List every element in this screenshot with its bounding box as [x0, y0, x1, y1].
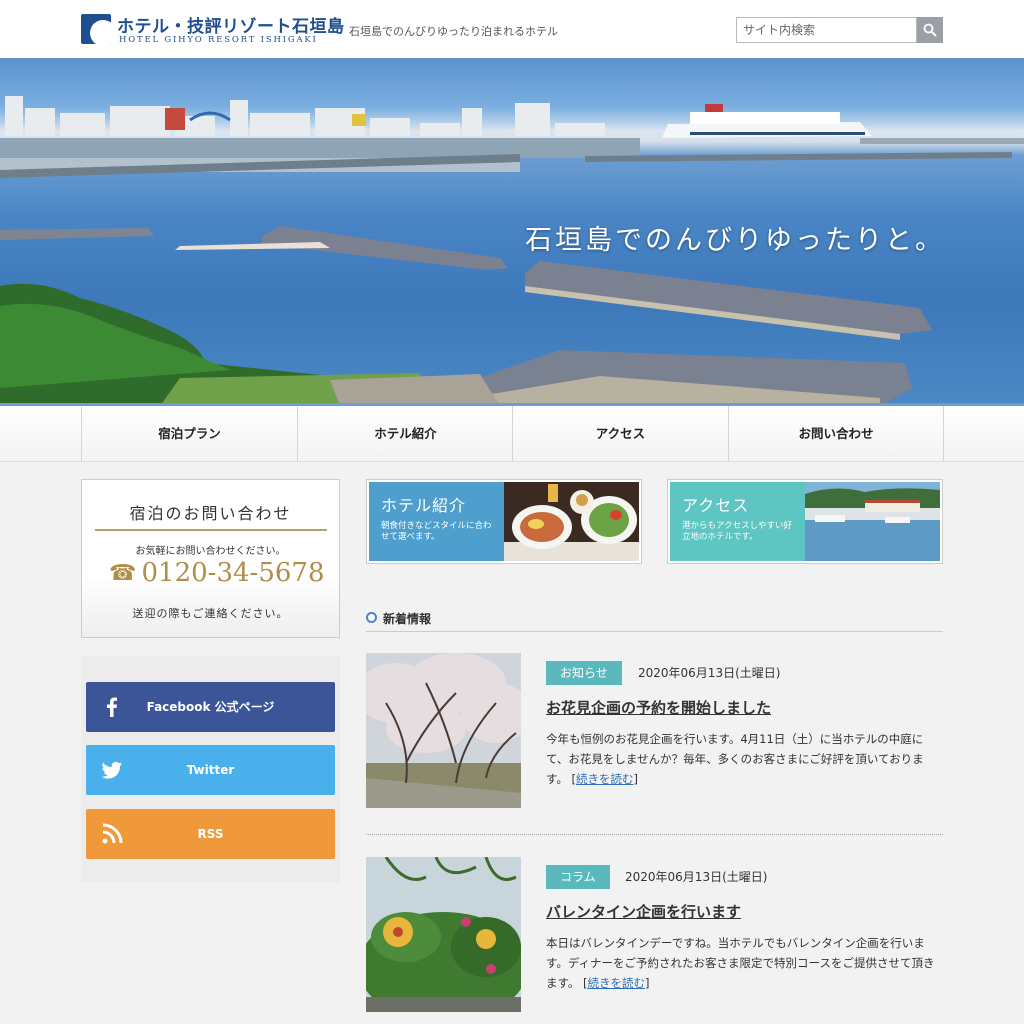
- nav-item-plans[interactable]: 宿泊プラン: [81, 406, 297, 462]
- news-heading-title: 新着情報: [383, 612, 432, 626]
- contact-box[interactable]: 宿泊のお問い合わせ お気軽にお問い合わせください。 ☎ 0120-34-5678…: [81, 479, 340, 638]
- nav-item-hotel[interactable]: ホテル紹介: [297, 406, 513, 462]
- post-title-link[interactable]: バレンタイン企画を行います: [546, 901, 741, 922]
- nav-item-access[interactable]: アクセス: [512, 406, 728, 462]
- tropical-flower-photo[interactable]: [366, 857, 521, 1012]
- logo-title: ホテル・技評リゾート石垣島: [117, 17, 345, 37]
- main-nav: 宿泊プラン ホテル紹介 アクセス お問い合わせ: [0, 406, 1024, 462]
- category-badge[interactable]: コラム: [546, 865, 610, 889]
- banner-hotel-text: ホテル紹介 朝食付きなどスタイルに合わせて選べます。: [369, 482, 504, 561]
- nav-item-contact[interactable]: お問い合わせ: [728, 406, 944, 462]
- rss-button[interactable]: RSS: [86, 809, 335, 859]
- phone-icon: ☎: [109, 560, 137, 586]
- search-button[interactable]: [917, 17, 943, 43]
- site-logo[interactable]: ホテル・技評リゾート石垣島 HOTEL GIHYO RESORT ISHIGAK…: [81, 14, 344, 46]
- facebook-button[interactable]: Facebook 公式ページ: [86, 682, 335, 732]
- post-divider: [366, 834, 943, 835]
- contact-divider: [95, 529, 327, 531]
- circle-bullet-icon: [366, 612, 377, 623]
- twitter-label: Twitter: [186, 763, 235, 777]
- banner-hotel-title: ホテル紹介: [381, 496, 467, 515]
- contact-note-pickup: 送迎の際もご連絡ください。: [132, 607, 289, 620]
- post-title-link[interactable]: お花見企画の予約を開始しました: [546, 697, 771, 718]
- banner-access-text: アクセス 港からもアクセスしやすい好立地のホテルです。: [670, 482, 805, 561]
- logo-mark-icon: [81, 14, 111, 44]
- rss-label: RSS: [197, 827, 224, 841]
- read-more-link[interactable]: 続きを読む: [588, 976, 646, 990]
- contact-title: 宿泊のお問い合わせ: [129, 504, 292, 523]
- breakfast-photo: [504, 482, 639, 561]
- banner-access-sub: 港からもアクセスしやすい好立地のホテルです。: [682, 521, 792, 542]
- site-tagline: 石垣島でのんびりゆったり泊まれるホテル: [349, 25, 558, 38]
- contact-phone: ☎ 0120-34-5678: [109, 558, 325, 588]
- twitter-button[interactable]: Twitter: [86, 745, 335, 795]
- contact-note: お気軽にお問い合わせください。: [135, 546, 286, 557]
- facebook-label: Facebook 公式ページ: [146, 700, 275, 714]
- post-excerpt: 本日はバレンタインデーですね。当ホテルでもバレンタイン企画を行います。ディナーを…: [546, 936, 935, 990]
- search-input[interactable]: [736, 17, 917, 43]
- post-date: 2020年06月13日(土曜日): [638, 666, 781, 680]
- harbor-photo: [805, 482, 940, 561]
- banner-hotel-sub: 朝食付きなどスタイルに合わせて選べます。: [381, 521, 492, 542]
- site-search: [736, 17, 943, 43]
- post-date: 2020年06月13日(土曜日): [625, 870, 768, 884]
- site-header: ホテル・技評リゾート石垣島 HOTEL GIHYO RESORT ISHIGAK…: [0, 0, 1024, 58]
- hero-image: 石垣島でのんびりゆったりと。: [0, 58, 1024, 406]
- logo-subtitle: HOTEL GIHYO RESORT ISHIGAKI: [119, 35, 318, 45]
- social-panel: Facebook 公式ページ Twitter RSS: [81, 656, 340, 882]
- read-more-link[interactable]: 続きを読む: [576, 772, 634, 786]
- banner-hotel-intro[interactable]: ホテル紹介 朝食付きなどスタイルに合わせて選べます。: [366, 479, 642, 564]
- cherry-blossom-photo[interactable]: [366, 653, 521, 808]
- hero-caption: 石垣島でのんびりゆったりと。: [525, 225, 945, 256]
- banner-access-title: アクセス: [682, 496, 750, 515]
- banner-access[interactable]: アクセス 港からもアクセスしやすい好立地のホテルです。: [667, 479, 943, 564]
- phone-number: 0120-34-5678: [141, 558, 325, 588]
- news-heading: 新着情報: [366, 610, 943, 632]
- magnifier-icon: [923, 23, 937, 37]
- post-excerpt: 今年も恒例のお花見企画を行います。4月11日（土）に当ホテルの中庭にて、お花見を…: [546, 732, 924, 786]
- category-badge[interactable]: お知らせ: [546, 661, 622, 685]
